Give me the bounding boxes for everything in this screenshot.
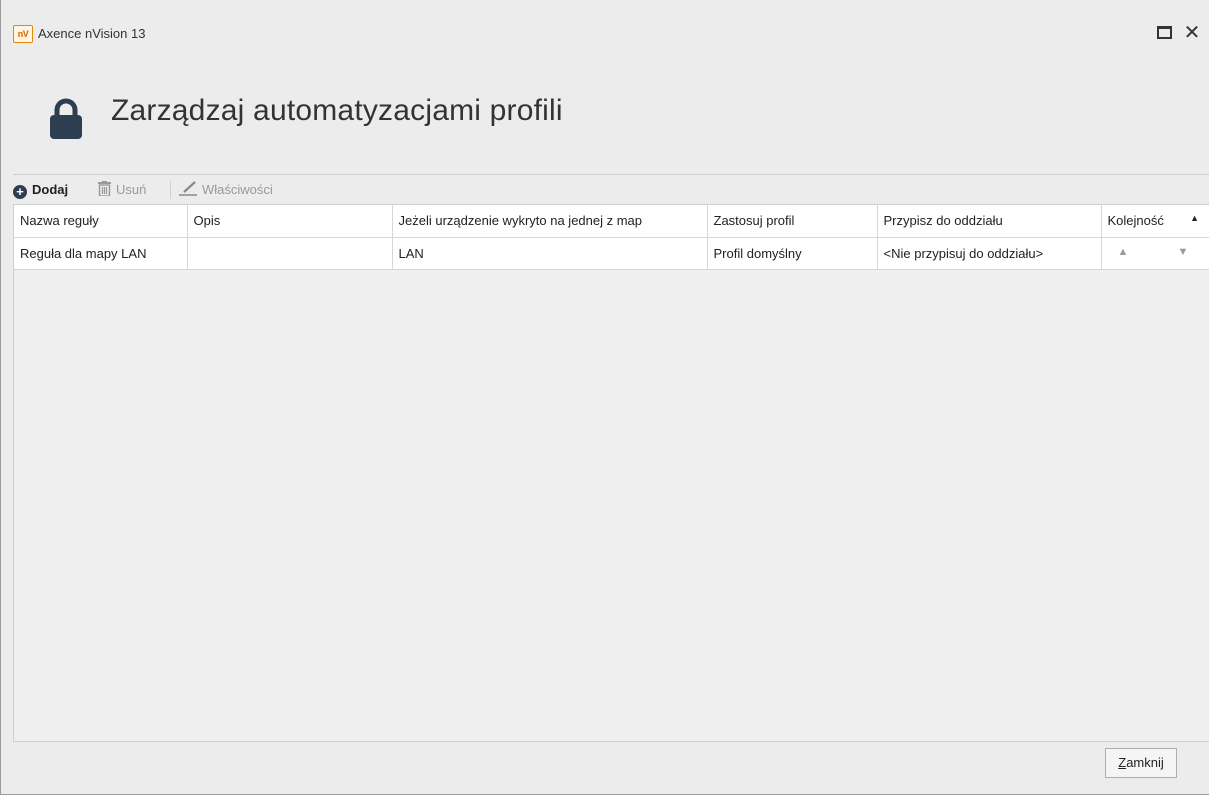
properties-label: Właściwości [202,182,273,197]
column-header-maps[interactable]: Jeżeli urządzenie wykryto na jednej z ma… [392,205,708,238]
cell-rule-name[interactable]: Reguła dla mapy LAN [14,237,188,270]
cell-description[interactable] [187,237,393,270]
rules-table: Nazwa reguły Opis Jeżeli urządzenie wykr… [14,205,1209,270]
move-up-icon[interactable]: ▲ [1118,246,1129,258]
plus-circle-icon: + [13,185,27,199]
close-window-button[interactable]: ✕ [1181,22,1203,44]
table-row[interactable]: Reguła dla mapy LAN LAN Profil domyślny … [14,237,1209,270]
maximize-button[interactable] [1153,22,1175,44]
column-header-order-label: Kolejność [1107,213,1164,229]
column-header-description[interactable]: Opis [187,205,393,238]
close-button[interactable]: Zamknij [1105,748,1177,778]
cell-profile[interactable]: Profil domyślny [707,237,878,270]
cell-branch[interactable]: <Nie przypisuj do oddziału> [877,237,1102,270]
column-header-branch[interactable]: Przypisz do oddziału [877,205,1102,238]
rules-grid: Nazwa reguły Opis Jeżeli urządzenie wykr… [13,204,1209,742]
add-button[interactable]: + Dodaj [13,181,68,199]
cell-maps[interactable]: LAN [392,237,708,270]
app-logo-icon: nV [13,25,33,43]
page-title: Zarządzaj automatyzacjami profili [111,94,563,127]
close-button-mnemonic: Z [1118,755,1127,770]
column-header-name[interactable]: Nazwa reguły [14,205,188,238]
properties-button[interactable]: Właściwości [179,181,273,199]
column-header-order[interactable]: ▲ Kolejność [1101,205,1209,238]
add-label: Dodaj [32,182,69,197]
window-title: Axence nVision 13 [38,26,146,41]
trash-icon [98,181,111,196]
table-header-row: Nazwa reguły Opis Jeżeli urządzenie wykr… [14,205,1209,238]
toolbar: + Dodaj Usuń Właściwości [13,174,1209,204]
move-down-icon[interactable]: ▼ [1178,246,1189,258]
delete-button[interactable]: Usuń [98,181,146,199]
column-header-profile[interactable]: Zastosuj profil [707,205,878,238]
close-button-label: amknij [1126,755,1164,770]
cell-order: ▲ ▼ [1101,237,1209,270]
toolbar-separator [170,181,171,199]
sort-ascending-icon: ▲ [1190,213,1199,224]
title-bar: nV Axence nVision 13 ✕ [1,0,1209,44]
dialog-window: nV Axence nVision 13 ✕ Zarządzaj automat… [0,0,1209,795]
lock-icon [50,98,82,139]
delete-label: Usuń [116,182,147,197]
pencil-icon [179,181,197,196]
maximize-icon [1156,26,1172,40]
